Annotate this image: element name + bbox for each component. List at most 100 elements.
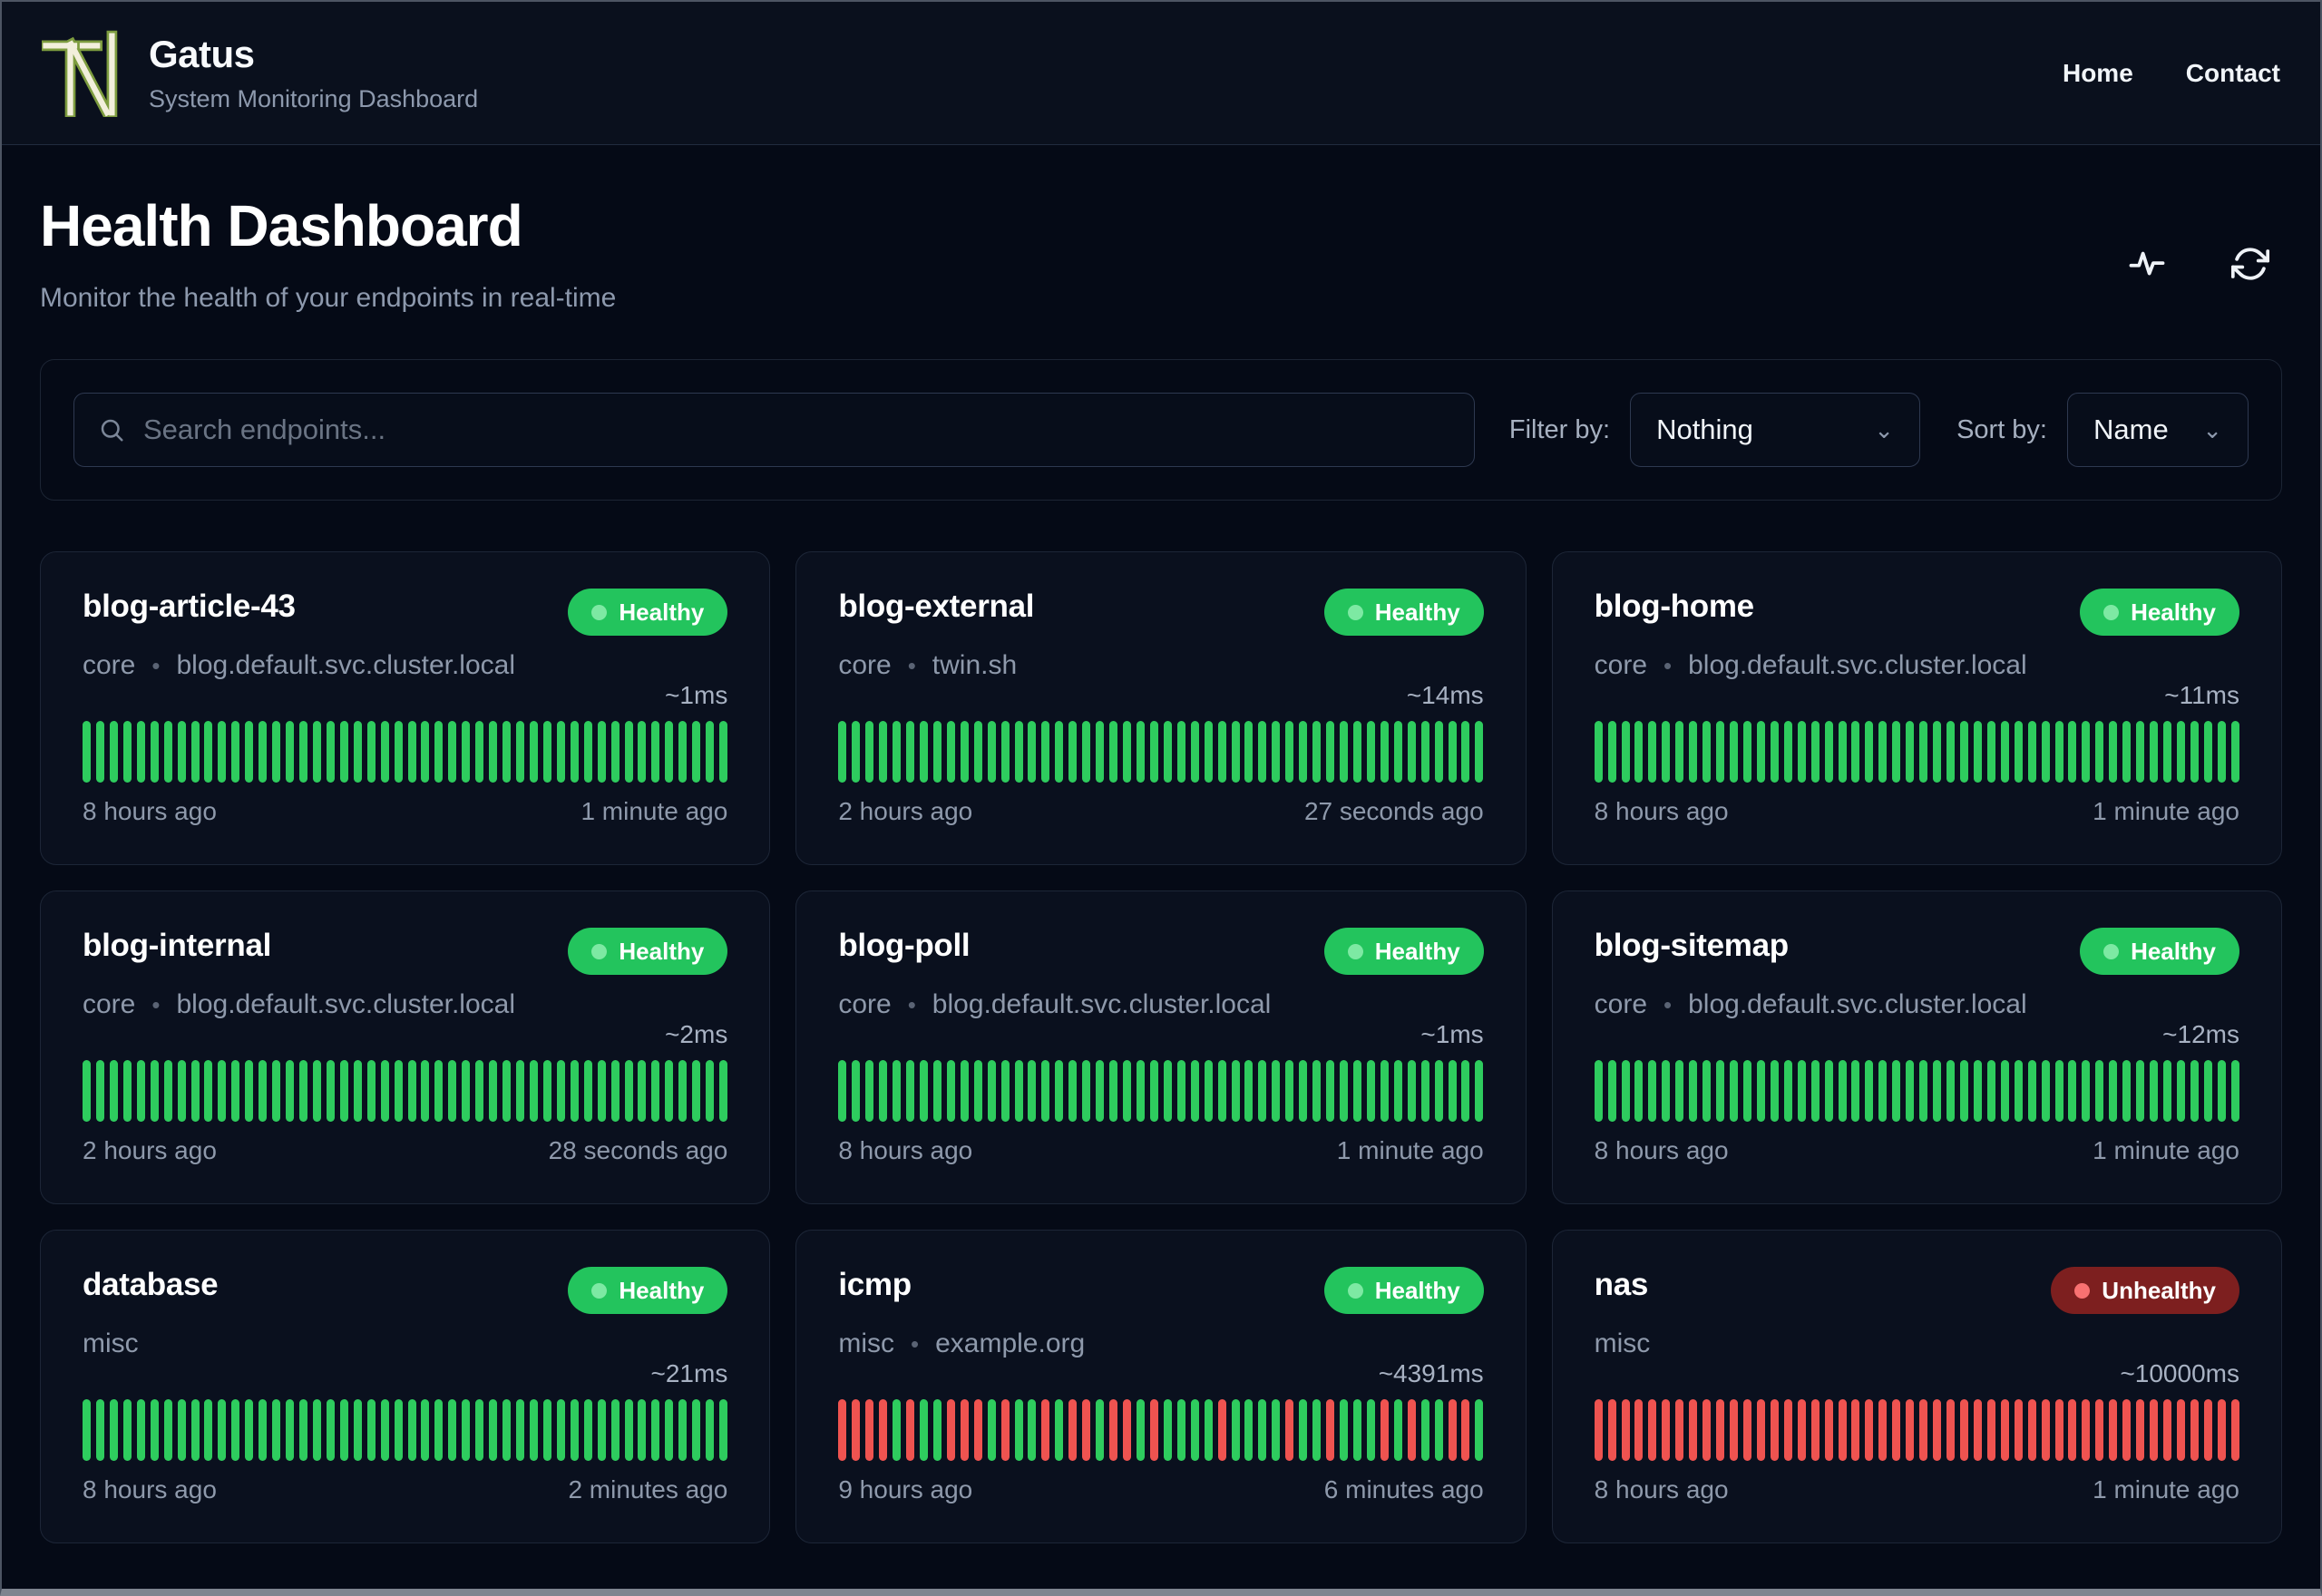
uptime-bar-success[interactable] [1096,1399,1105,1461]
uptime-bar-success[interactable] [136,1060,145,1122]
uptime-bar-failure[interactable] [1594,1399,1603,1461]
uptime-bar-success[interactable] [190,721,200,783]
uptime-bar-success[interactable] [960,1060,969,1122]
uptime-bar-success[interactable] [678,721,688,783]
uptime-bar-success[interactable] [1933,721,1942,783]
uptime-bar-success[interactable] [1634,721,1644,783]
uptime-bar-success[interactable] [692,1060,701,1122]
uptime-bar-success[interactable] [960,721,969,783]
uptime-bar-success[interactable] [1136,1060,1145,1122]
uptime-bar-success[interactable] [339,1399,348,1461]
uptime-bar-success[interactable] [299,721,307,783]
uptime-bar-success[interactable] [838,1060,847,1122]
uptime-bar-success[interactable] [1434,1399,1443,1461]
uptime-bar-success[interactable] [1420,1399,1429,1461]
uptime-bar-success[interactable] [231,1060,240,1122]
uptime-bar-success[interactable] [1299,1399,1308,1461]
uptime-bar-success[interactable] [286,721,295,783]
uptime-bar-success[interactable] [1258,1399,1267,1461]
uptime-bar-success[interactable] [502,721,512,783]
uptime-bar-success[interactable] [407,721,416,783]
uptime-bar-failure[interactable] [1742,1399,1751,1461]
uptime-bar-success[interactable] [312,721,321,783]
uptime-bar-success[interactable] [462,1399,471,1461]
uptime-bar-success[interactable] [1285,1060,1294,1122]
uptime-bar-success[interactable] [1824,721,1833,783]
uptime-bar-success[interactable] [2176,721,2185,783]
uptime-bars[interactable] [1594,1399,2239,1461]
uptime-bar-success[interactable] [1838,721,1847,783]
uptime-bar-failure[interactable] [906,1399,915,1461]
uptime-bar-success[interactable] [1607,721,1616,783]
uptime-bar-success[interactable] [2203,1060,2212,1122]
uptime-bar-success[interactable] [1299,721,1308,783]
uptime-bar-success[interactable] [1244,1399,1254,1461]
uptime-bar-failure[interactable] [1986,1399,1995,1461]
uptime-bar-success[interactable] [583,721,592,783]
uptime-bar-success[interactable] [204,1399,213,1461]
uptime-bar-failure[interactable] [1702,1399,1712,1461]
uptime-bar-success[interactable] [1973,721,1982,783]
uptime-bar-success[interactable] [919,1060,928,1122]
uptime-bar-success[interactable] [1420,1060,1429,1122]
uptime-bar-success[interactable] [2014,721,2023,783]
uptime-bar-success[interactable] [1959,721,1968,783]
uptime-bar-success[interactable] [583,1060,592,1122]
uptime-bar-success[interactable] [638,721,647,783]
uptime-bar-success[interactable] [1352,721,1361,783]
uptime-bar-success[interactable] [448,721,457,783]
uptime-bar-success[interactable] [1000,1060,1010,1122]
uptime-bar-success[interactable] [1933,1060,1942,1122]
uptime-bar-success[interactable] [1756,1060,1765,1122]
uptime-bar-success[interactable] [489,1399,498,1461]
uptime-bar-success[interactable] [272,1060,281,1122]
uptime-bar-success[interactable] [1123,721,1132,783]
uptime-bar-failure[interactable] [852,1399,861,1461]
uptime-bar-success[interactable] [1407,1060,1416,1122]
uptime-bar-success[interactable] [1204,721,1213,783]
uptime-bar-success[interactable] [259,1060,268,1122]
uptime-bar-success[interactable] [339,1060,348,1122]
uptime-bar-success[interactable] [1340,1399,1349,1461]
uptime-bar-success[interactable] [109,721,118,783]
uptime-bar-success[interactable] [1244,1060,1254,1122]
uptime-bar-success[interactable] [852,721,861,783]
uptime-bar-success[interactable] [1299,1060,1308,1122]
uptime-bar-success[interactable] [893,1399,902,1461]
uptime-bar-failure[interactable] [1865,1399,1874,1461]
uptime-bar-success[interactable] [434,1399,444,1461]
uptime-bar-success[interactable] [1783,721,1792,783]
uptime-bar-success[interactable] [218,721,227,783]
uptime-bar-failure[interactable] [1082,1399,1091,1461]
uptime-bar-success[interactable] [1594,721,1603,783]
refresh-icon[interactable] [2231,245,2269,283]
uptime-bars[interactable] [838,721,1484,783]
uptime-bar-success[interactable] [946,1060,955,1122]
uptime-bar-success[interactable] [1865,721,1874,783]
uptime-bar-success[interactable] [919,721,928,783]
uptime-bar-success[interactable] [218,1060,227,1122]
uptime-bar-success[interactable] [448,1060,457,1122]
uptime-bar-success[interactable] [2122,1060,2132,1122]
uptime-bar-success[interactable] [204,1060,213,1122]
uptime-bar-success[interactable] [1326,721,1335,783]
uptime-bar-success[interactable] [245,721,254,783]
uptime-bar-success[interactable] [2054,721,2063,783]
uptime-bar-success[interactable] [879,1060,888,1122]
endpoint-card[interactable]: blog-internal Healthy core • blog.defaul… [40,890,771,1204]
uptime-bar-failure[interactable] [1217,1399,1226,1461]
uptime-bar-success[interactable] [259,721,268,783]
uptime-bar-failure[interactable] [2136,1399,2145,1461]
uptime-bar-success[interactable] [1906,721,1915,783]
uptime-bars[interactable] [83,1399,728,1461]
uptime-bar-success[interactable] [838,721,847,783]
uptime-bar-success[interactable] [1851,1060,1860,1122]
uptime-bar-success[interactable] [1621,1060,1630,1122]
uptime-bar-success[interactable] [1986,1060,1995,1122]
uptime-bar-success[interactable] [1014,721,1023,783]
uptime-bar-success[interactable] [987,1060,996,1122]
uptime-bar-success[interactable] [150,1399,159,1461]
uptime-bar-success[interactable] [932,1060,941,1122]
uptime-bar-failure[interactable] [2150,1399,2159,1461]
endpoint-card[interactable]: blog-home Healthy core • blog.default.sv… [1551,551,2282,865]
